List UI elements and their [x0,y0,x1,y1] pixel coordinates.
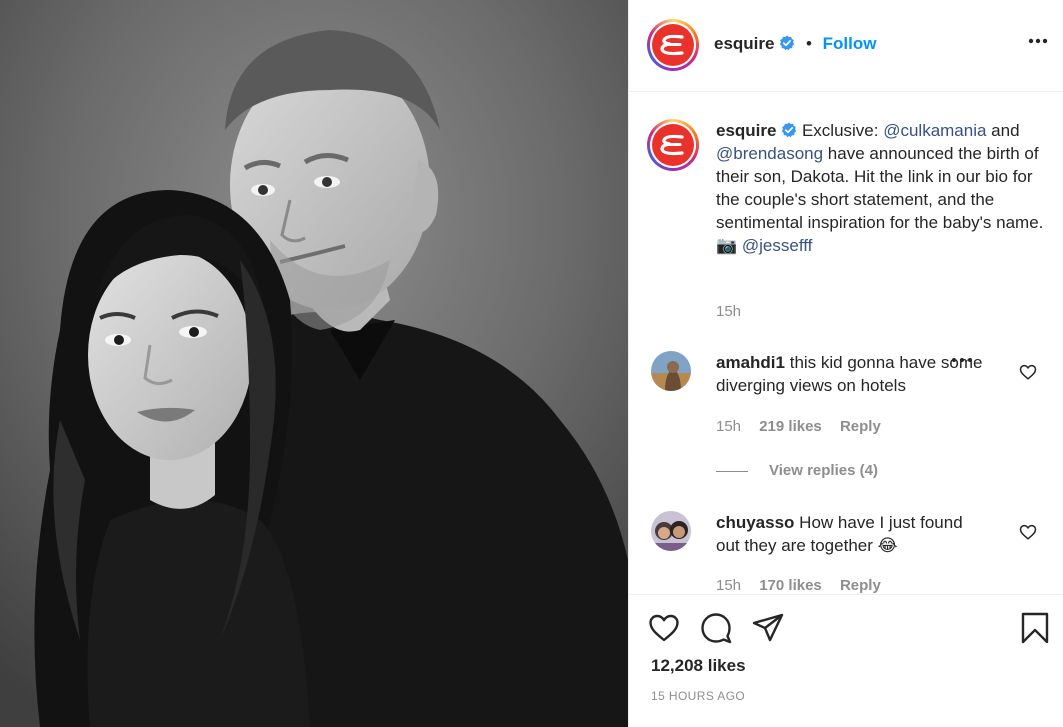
caption-username[interactable]: esquire [716,121,776,140]
comment-meta: 15h 170 likes Reply [716,577,895,593]
account-avatar[interactable] [647,19,699,71]
comment-likes[interactable]: 170 likes [759,577,822,593]
bookmark-icon[interactable] [1018,611,1052,645]
photo-illustration [0,0,628,727]
comment-likes[interactable]: 219 likes [759,418,822,435]
comment-time[interactable]: 15h [716,577,741,593]
comment-text: chuyasso How have I just found out they … [716,511,984,557]
avatar-image [651,351,691,391]
separator-dot: • [805,34,812,53]
verified-badge-icon [780,35,795,51]
commenter-username[interactable]: chuyasso [716,513,794,532]
comment-time[interactable]: 15h [716,418,741,435]
view-replies-line [716,471,748,472]
comment-text: amahdi1 this kid gonna have some divergi… [716,351,984,397]
header-username[interactable]: esquire [714,34,774,53]
mention-link[interactable]: @jessefff [742,236,813,255]
commenter-avatar[interactable] [651,351,691,391]
commenter-avatar[interactable] [651,511,691,551]
post-actions: 12,208 likes 15 HOURS AGO [629,594,1063,727]
post-side-panel: esquire • Follow esquire Exclusive: @cul… [628,0,1063,727]
comment-options-icon[interactable] [951,357,973,363]
mention-link[interactable]: @brendasong [716,144,823,163]
esquire-logo-icon [660,34,684,56]
verified-badge-icon [782,122,797,138]
paper-plane-icon[interactable] [751,611,785,645]
reply-button[interactable]: Reply [840,418,881,435]
view-replies-button[interactable]: View replies (4) [769,462,878,479]
post-timestamp[interactable]: 15 HOURS AGO [651,689,745,703]
esquire-logo-icon [660,134,684,156]
caption-timestamp[interactable]: 15h [716,303,741,320]
more-options-icon[interactable] [1028,38,1048,44]
heart-icon[interactable] [647,611,681,645]
caption-text-part: and [986,121,1020,140]
follow-button[interactable]: Follow [823,34,877,53]
comment-like-heart-icon[interactable] [1019,523,1037,541]
comments-scroll-area[interactable]: esquire Exclusive: @culkamania and @bren… [629,93,1063,593]
post-photo[interactable] [0,0,628,727]
post-header: esquire • Follow [629,0,1063,92]
mention-link[interactable]: @culkamania [883,121,986,140]
post: esquire • Follow esquire Exclusive: @cul… [0,0,1063,727]
caption-text-part: Exclusive: [801,121,884,140]
reply-button[interactable]: Reply [840,577,881,593]
avatar-image [651,511,691,551]
comment-icon[interactable] [699,611,733,645]
header-username-row: esquire • Follow [714,34,876,54]
commenter-username[interactable]: amahdi1 [716,353,785,372]
caption-avatar[interactable] [647,119,699,171]
comment-meta: 15h 219 likes Reply [716,418,895,435]
like-count[interactable]: 12,208 likes [651,656,746,676]
comment-like-heart-icon[interactable] [1019,363,1037,381]
caption-text: esquire Exclusive: @culkamania and @bren… [716,119,1046,257]
